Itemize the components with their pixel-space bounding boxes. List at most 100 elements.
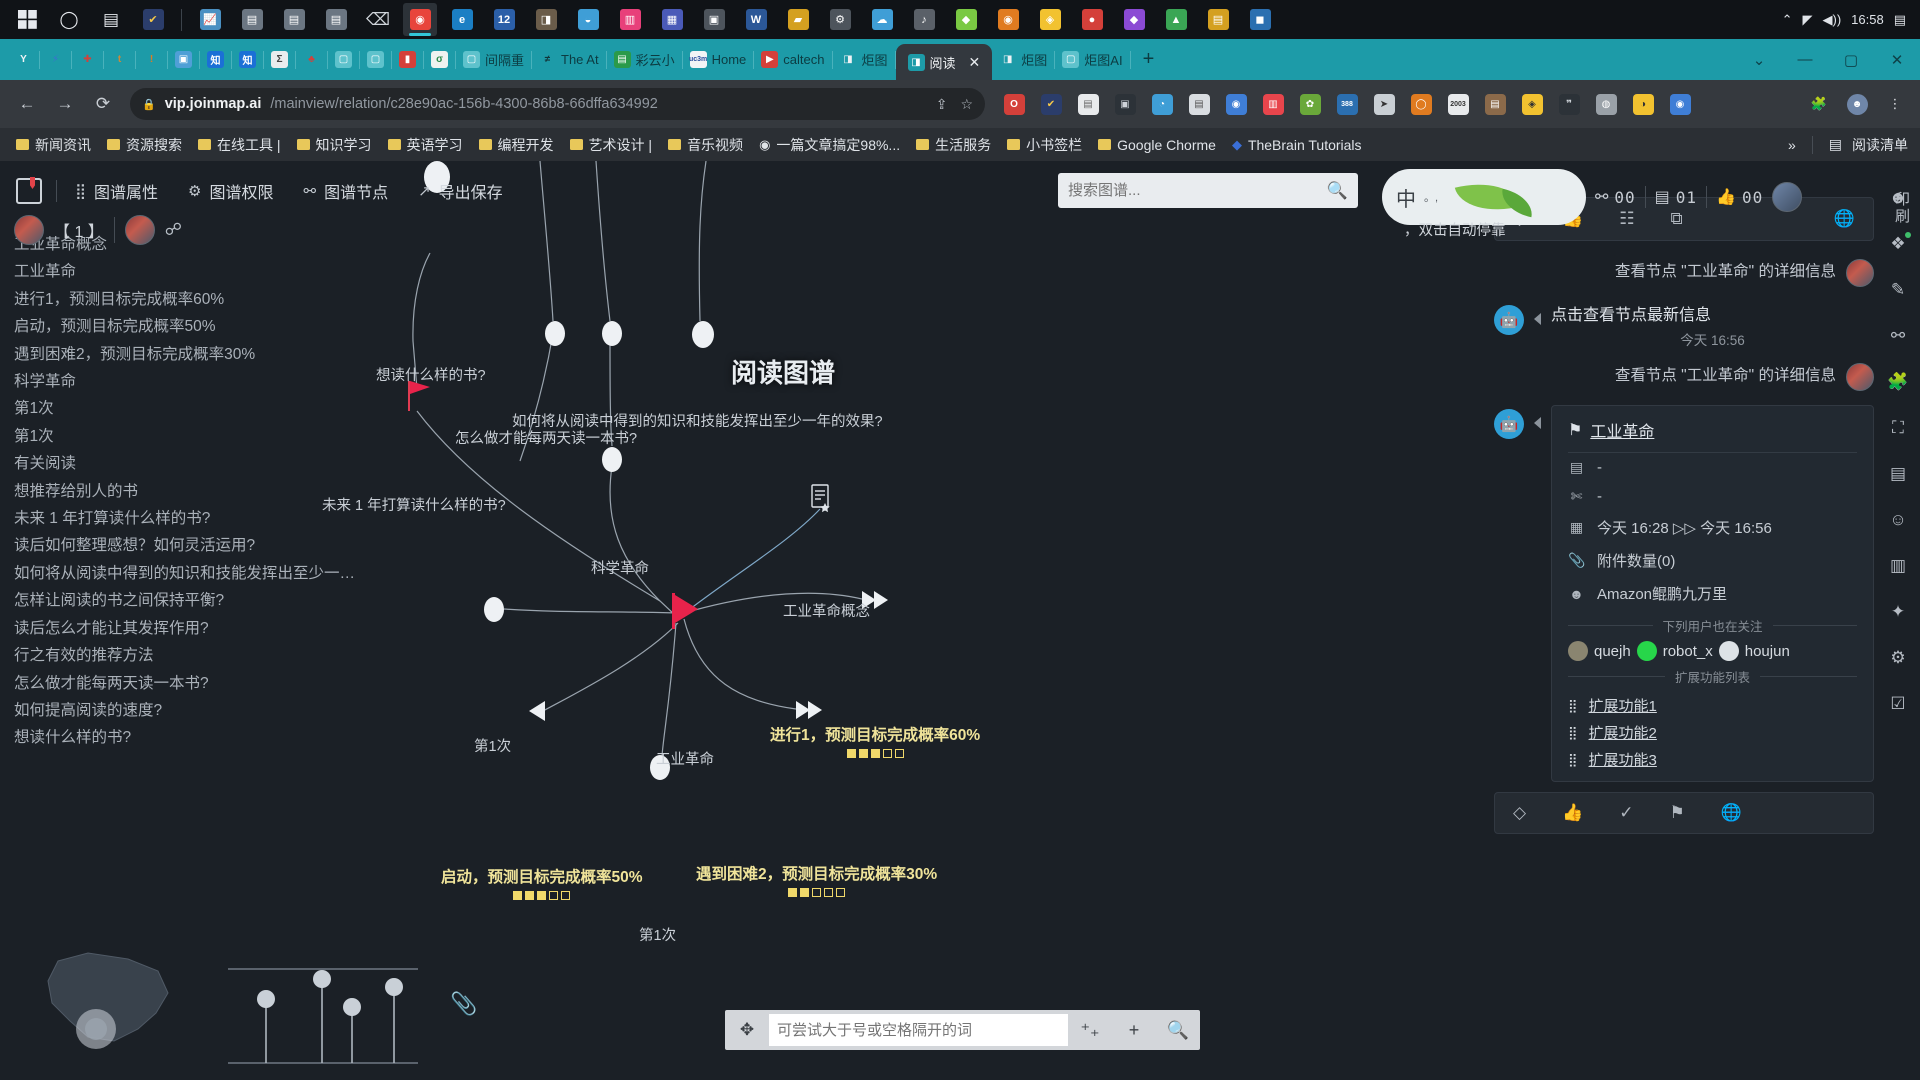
bookmark-star-icon[interactable]: ☆ <box>960 96 973 113</box>
tray-up-arrow-icon[interactable]: ⌃ <box>1782 12 1793 28</box>
add-user-icon[interactable]: ☍ <box>165 220 182 240</box>
bookmark-item[interactable]: ◆ TheBrain Tutorials <box>1224 134 1370 156</box>
gear-icon[interactable]: ⚙ <box>1877 635 1919 681</box>
node-list-item[interactable]: 启动，预测目标完成概率50% <box>14 313 384 340</box>
bot-avatar[interactable]: 🤖 <box>1494 305 1524 335</box>
list-count-chip[interactable]: ▤ 01 <box>1655 187 1697 207</box>
file-explorer-3-icon[interactable]: ▤ <box>319 3 353 36</box>
graph-node-label[interactable]: 工业革命概念 <box>783 600 870 621</box>
move-icon[interactable]: ✥ <box>725 1020 769 1040</box>
browser-tab[interactable]: ▢ <box>328 39 359 80</box>
toolbar-item-export-save[interactable]: ↗ 导出保存 <box>418 179 503 203</box>
reading-list-label[interactable]: 阅读清单 <box>1852 135 1908 155</box>
task-view-icon[interactable]: ▤ <box>94 3 128 36</box>
counter-388-icon[interactable]: 388 <box>1332 89 1362 119</box>
box-icon[interactable]: ▣ <box>1110 89 1140 119</box>
extension-item[interactable]: ⣿ 扩展功能2 <box>1568 719 1857 746</box>
browser-tab[interactable]: ◨ 炬图 <box>992 39 1054 80</box>
book-icon[interactable]: ▤ <box>1480 89 1510 119</box>
paperclip-icon[interactable]: 📎 <box>450 991 477 1017</box>
graph-node-label[interactable]: 第1次 <box>639 924 676 945</box>
graph-edge-label-group[interactable]: 遇到困难2，预测目标完成概率30% <box>696 862 937 897</box>
notebook-icon[interactable]: ◨ <box>529 3 563 36</box>
extension-item[interactable]: ⣿ 扩展功能1 <box>1568 692 1857 719</box>
minimize-button[interactable]: — <box>1782 39 1828 80</box>
browser-tab[interactable]: ≠ The At <box>532 39 606 80</box>
chrome-menu-icon[interactable]: ⋮ <box>1880 89 1910 119</box>
settings-icon[interactable]: ⚙ <box>823 3 857 36</box>
teams-icon[interactable]: ▦ <box>655 3 689 36</box>
notification-icon[interactable]: ▤ <box>1894 12 1906 28</box>
search-graph-box[interactable]: 🔍 <box>1058 173 1358 208</box>
bookmark-item[interactable]: 知识学习 <box>289 132 380 158</box>
browser-tab[interactable]: ◨ 炬图 <box>833 39 895 80</box>
reading-list-icon[interactable]: ▤ <box>1829 136 1842 153</box>
todo-check-icon[interactable]: ✔ <box>136 3 170 36</box>
node-list-item[interactable]: 如何提高阅读的速度? <box>14 697 384 724</box>
new-tab-button[interactable]: + <box>1131 48 1167 71</box>
orange-app-icon[interactable]: ◉ <box>991 3 1025 36</box>
extension-item[interactable]: ⣿ 扩展功能3 <box>1568 746 1857 773</box>
graph-edge-label-group[interactable]: 进行1，预测目标完成概率60% <box>770 723 980 758</box>
tab-search-chevron-icon[interactable]: ⌄ <box>1736 39 1782 80</box>
graph-node[interactable] <box>484 597 504 622</box>
reload-button[interactable]: ⟳ <box>86 87 120 121</box>
diamond-icon[interactable]: ◇ <box>1513 803 1526 823</box>
browser-tab[interactable]: ▢ <box>360 39 391 80</box>
clock[interactable]: 16:58 <box>1851 12 1884 27</box>
profile-avatar[interactable]: ☻ <box>1842 89 1872 119</box>
todo-check-icon[interactable]: ✔ <box>1036 89 1066 119</box>
purple-app-icon[interactable]: ◆ <box>1117 3 1151 36</box>
toolbar-item-graph-properties[interactable]: ⣿ 图谱属性 <box>75 179 158 203</box>
active-tab[interactable]: ◨ 阅读 ✕ <box>895 44 993 80</box>
node-list-item[interactable]: 进行1，预测目标完成概率60% <box>14 286 384 313</box>
globe-icon[interactable]: 🌐 <box>1834 209 1855 229</box>
moon-icon[interactable]: ◑ <box>1628 89 1658 119</box>
extensions-puzzle-icon[interactable]: 🧩 <box>1804 89 1834 119</box>
bot-avatar[interactable]: 🤖 <box>1494 409 1524 439</box>
browser-tab[interactable]: ▮ <box>392 39 423 80</box>
bookmark-item[interactable]: 生活服务 <box>908 132 999 158</box>
circle-blue-icon[interactable]: ◉ <box>1221 89 1251 119</box>
share-icon[interactable]: ⇪ <box>936 96 948 113</box>
shield-icon[interactable]: ◆ <box>949 3 983 36</box>
calendar-12-icon[interactable]: 12 <box>487 3 521 36</box>
node-list-item[interactable]: 怎样让阅读的书之间保持平衡? <box>14 587 384 614</box>
bottom-search-field[interactable] <box>769 1014 1068 1046</box>
list-icon[interactable]: ▤ <box>1184 89 1214 119</box>
ime-leaf-card[interactable]: 中 。, <box>1382 169 1586 225</box>
bookmark-item[interactable]: 在线工具 | <box>190 132 289 158</box>
avatar[interactable] <box>124 215 155 245</box>
cortana-icon[interactable]: ◯ <box>52 3 86 36</box>
note-icon[interactable]: ▤ <box>1201 3 1235 36</box>
node-list-item[interactable]: 怎么做才能每两天读一本书? <box>14 670 384 697</box>
node-list-item[interactable]: 工业革命 <box>14 258 384 285</box>
close-window-button[interactable]: ✕ <box>1874 39 1920 80</box>
browser-tab[interactable]: σ <box>424 39 455 80</box>
bookmark-item[interactable]: 艺术设计 | <box>562 132 661 158</box>
red-dot-icon[interactable]: ● <box>1075 3 1109 36</box>
graph-node-label[interactable]: 工业革命 <box>656 748 714 769</box>
user-avatar[interactable] <box>1772 182 1803 212</box>
browser-tab[interactable]: ▢ 炬图AI <box>1055 39 1129 80</box>
compass-icon[interactable]: ❖ <box>1877 221 1919 267</box>
orange-o-icon[interactable]: ◯ <box>1406 89 1436 119</box>
network-icon[interactable]: ⛶ <box>1877 405 1919 451</box>
bookmark-item[interactable]: 新闻资讯 <box>8 132 99 158</box>
water-drop-icon[interactable]: ◒ <box>571 3 605 36</box>
checklist-icon[interactable]: ☑ <box>1877 681 1919 727</box>
browser-tab[interactable]: ♣ <box>296 39 327 80</box>
node-card-title[interactable]: 工业革命 <box>1590 418 1654 442</box>
monitor-chart-icon[interactable]: 📈 <box>193 3 227 36</box>
node-list-item[interactable]: 科学革命 <box>14 368 384 395</box>
camera-icon[interactable]: ▣ <box>697 3 731 36</box>
pen-icon[interactable]: ✎ <box>1877 267 1919 313</box>
flag-icon[interactable]: ⚑ <box>1670 803 1685 823</box>
cloud-icon[interactable]: ☁ <box>865 3 899 36</box>
graph-node-label[interactable]: 科学革命 <box>591 557 649 578</box>
node-list-item[interactable]: 有关阅读 <box>14 450 384 477</box>
browser-tab[interactable]: ! <box>136 39 167 80</box>
globe-icon[interactable]: 🌐 <box>1721 803 1742 823</box>
file-explorer-2-icon[interactable]: ▤ <box>277 3 311 36</box>
node-list-item[interactable]: 如何将从阅读中得到的知识和技能发挥出至少一… <box>14 560 384 587</box>
